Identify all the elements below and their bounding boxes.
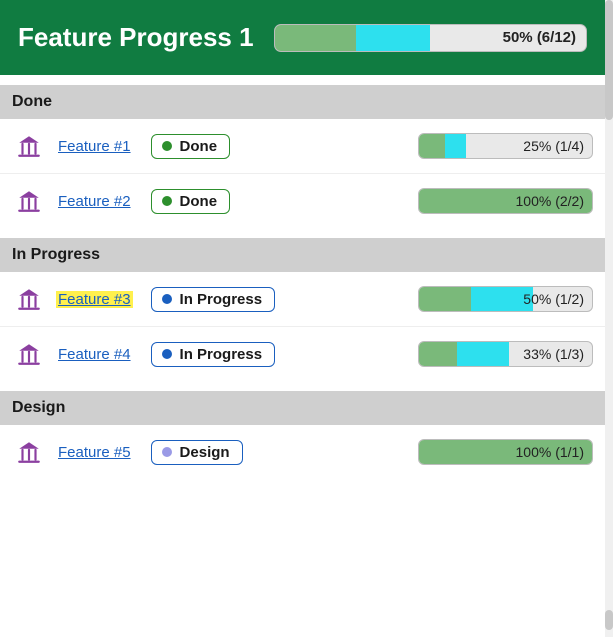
progress-label: 25% (1/4)	[419, 138, 592, 154]
feature-row: Feature #5 Design 100% (1/1)	[0, 425, 605, 479]
progress-label: 100% (2/2)	[419, 193, 592, 209]
progress-label: 50% (6/12)	[275, 29, 586, 46]
status-dot-icon	[162, 141, 172, 151]
feature-link[interactable]: Feature #3	[56, 291, 133, 308]
feature-link[interactable]: Feature #1	[56, 138, 133, 155]
status-dot-icon	[162, 447, 172, 457]
bank-icon	[16, 133, 42, 159]
group-header: In Progress	[0, 238, 605, 272]
row-progress-bar: 100% (1/1)	[418, 439, 593, 465]
feature-row: Feature #2 Done 100% (2/2)	[0, 174, 605, 228]
group: In Progress Feature #3 In Progress 50% (…	[0, 238, 605, 381]
bank-icon	[16, 341, 42, 367]
status-label: Done	[180, 138, 218, 155]
status-label: In Progress	[180, 346, 263, 363]
scrollbar-thumb-top[interactable]	[605, 0, 613, 120]
feature-row: Feature #4 In Progress 33% (1/3)	[0, 327, 605, 381]
scrollbar-thumb-bottom[interactable]	[605, 610, 613, 630]
bank-icon	[16, 439, 42, 465]
row-progress-wrap: 100% (1/1)	[418, 439, 593, 465]
group: Design Feature #5 Design 100% (1/1)	[0, 391, 605, 479]
scrollbar[interactable]	[605, 0, 613, 637]
feature-link[interactable]: Feature #2	[56, 193, 133, 210]
group-header: Design	[0, 391, 605, 425]
progress-label: 100% (1/1)	[419, 444, 592, 460]
status-label: Done	[180, 193, 218, 210]
status-pill-done[interactable]: Done	[151, 189, 231, 214]
group: Done Feature #1 Done 25% (1/4)	[0, 85, 605, 228]
status-label: In Progress	[180, 291, 263, 308]
header-progress-bar: 50% (6/12)	[274, 24, 587, 52]
row-progress-bar: 25% (1/4)	[418, 133, 593, 159]
row-progress-wrap: 33% (1/3)	[418, 341, 593, 367]
status-dot-icon	[162, 349, 172, 359]
row-progress-wrap: 50% (1/2)	[418, 286, 593, 312]
status-pill-inprog[interactable]: In Progress	[151, 287, 276, 312]
status-pill-inprog[interactable]: In Progress	[151, 342, 276, 367]
group-header: Done	[0, 85, 605, 119]
row-progress-bar: 50% (1/2)	[418, 286, 593, 312]
feature-link[interactable]: Feature #4	[56, 346, 133, 363]
progress-label: 33% (1/3)	[419, 346, 592, 362]
status-pill-design[interactable]: Design	[151, 440, 243, 465]
status-pill-done[interactable]: Done	[151, 134, 231, 159]
bank-icon	[16, 286, 42, 312]
row-progress-bar: 100% (2/2)	[418, 188, 593, 214]
feature-row: Feature #3 In Progress 50% (1/2)	[0, 272, 605, 327]
status-dot-icon	[162, 196, 172, 206]
progress-label: 50% (1/2)	[419, 291, 592, 307]
feature-link[interactable]: Feature #5	[56, 444, 133, 461]
status-label: Design	[180, 444, 230, 461]
bank-icon	[16, 188, 42, 214]
feature-row: Feature #1 Done 25% (1/4)	[0, 119, 605, 174]
status-dot-icon	[162, 294, 172, 304]
header: Feature Progress 1 50% (6/12)	[0, 0, 605, 75]
page-title: Feature Progress 1	[18, 22, 254, 53]
row-progress-wrap: 100% (2/2)	[418, 188, 593, 214]
row-progress-bar: 33% (1/3)	[418, 341, 593, 367]
row-progress-wrap: 25% (1/4)	[418, 133, 593, 159]
